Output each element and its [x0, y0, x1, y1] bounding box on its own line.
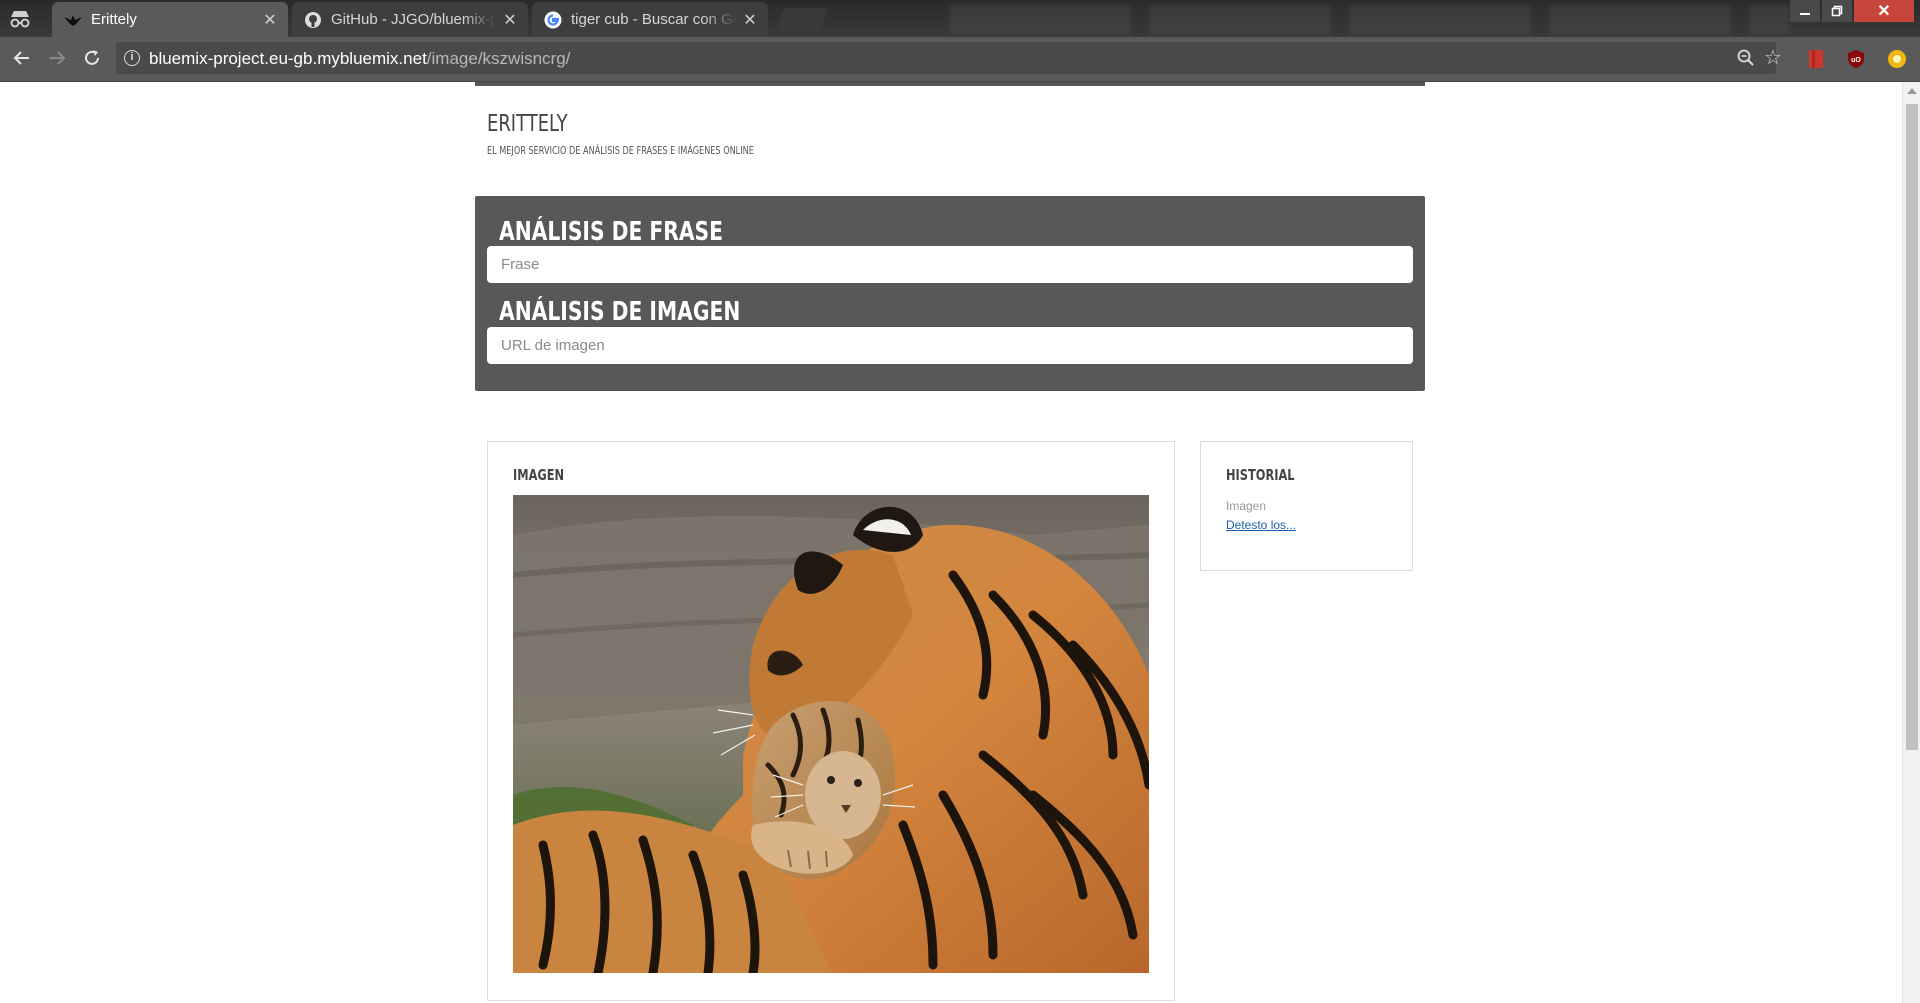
window-close-icon[interactable]: ✕ — [1854, 0, 1914, 22]
close-icon[interactable]: ✕ — [742, 10, 758, 30]
maximize-icon[interactable] — [1822, 0, 1852, 22]
scroll-up-arrow-icon[interactable] — [1907, 88, 1917, 94]
history-card: HISTORIAL Imagen Detesto los... — [1200, 441, 1413, 571]
analysis-panel: ANÁLISIS DE FRASE ANÁLISIS DE IMAGEN — [475, 196, 1425, 391]
image-card: IMAGEN — [487, 441, 1175, 1001]
image-card-title: IMAGEN — [513, 466, 565, 484]
close-icon[interactable]: ✕ — [262, 10, 278, 30]
svg-text:uO: uO — [1851, 57, 1861, 64]
zoom-icon[interactable] — [1736, 48, 1756, 68]
history-item-link[interactable]: Detesto los... — [1226, 518, 1296, 532]
history-card-title: HISTORIAL — [1226, 466, 1295, 484]
page-scrollbar[interactable] — [1902, 82, 1920, 1003]
info-icon[interactable]: i — [124, 50, 140, 66]
extension-badge-icon[interactable] — [1887, 49, 1907, 69]
address-bar[interactable]: i bluemix-project.eu-gb.mybluemix.net/im… — [116, 42, 1782, 74]
page-viewport: ERITTELY EL MEJOR SERVICIO DE ANÁLISIS D… — [0, 82, 1902, 1003]
github-icon — [304, 11, 322, 29]
new-tab-button[interactable] — [775, 8, 829, 30]
scrollbar-thumb[interactable] — [1906, 104, 1918, 750]
minimize-icon[interactable] — [1790, 0, 1820, 22]
site-subtitle: EL MEJOR SERVICIO DE ANÁLISIS DE FRASES … — [487, 144, 754, 157]
top-divider — [475, 82, 1425, 86]
phrase-input[interactable] — [487, 246, 1413, 283]
forward-arrow-icon[interactable] — [46, 48, 68, 70]
browser-toolbar: i bluemix-project.eu-gb.mybluemix.net/im… — [0, 37, 1920, 82]
incognito-icon — [8, 8, 32, 30]
tab-title: tiger cub - Buscar con Google — [571, 11, 736, 28]
close-icon[interactable]: ✕ — [502, 10, 518, 30]
image-url-input[interactable] — [487, 327, 1413, 364]
tab-google[interactable]: tiger cub - Buscar con Google ✕ — [532, 2, 768, 37]
back-arrow-icon[interactable] — [11, 48, 33, 70]
bookmark-star-icon[interactable]: ☆ — [1764, 45, 1782, 70]
image-analysis-heading: ANÁLISIS DE IMAGEN — [499, 297, 741, 327]
tab-title: GitHub - JJGO/bluemix-project — [331, 11, 496, 28]
tiger-photo — [513, 495, 1149, 973]
background-tabs — [950, 4, 1790, 34]
tab-title: Erittely — [91, 11, 137, 28]
bird-icon — [64, 11, 82, 29]
history-item-type: Imagen — [1226, 499, 1267, 513]
url-text[interactable]: bluemix-project.eu-gb.mybluemix.net/imag… — [149, 49, 570, 69]
google-icon — [544, 11, 562, 29]
browser-tabstrip: Erittely ✕ GitHub - JJGO/bluemix-project… — [0, 0, 1920, 37]
ublock-shield-icon[interactable]: uO — [1846, 49, 1866, 69]
site-title[interactable]: ERITTELY — [487, 111, 568, 137]
url-path: /image/kszwisncrg/ — [426, 49, 571, 68]
bookmark-extension-icon[interactable] — [1807, 49, 1827, 69]
phrase-analysis-heading: ANÁLISIS DE FRASE — [499, 217, 724, 247]
tab-github[interactable]: GitHub - JJGO/bluemix-project ✕ — [292, 2, 528, 37]
url-host: bluemix-project.eu-gb.mybluemix.net — [149, 49, 427, 68]
tab-erittely[interactable]: Erittely ✕ — [52, 2, 288, 37]
reload-icon[interactable] — [81, 48, 103, 70]
